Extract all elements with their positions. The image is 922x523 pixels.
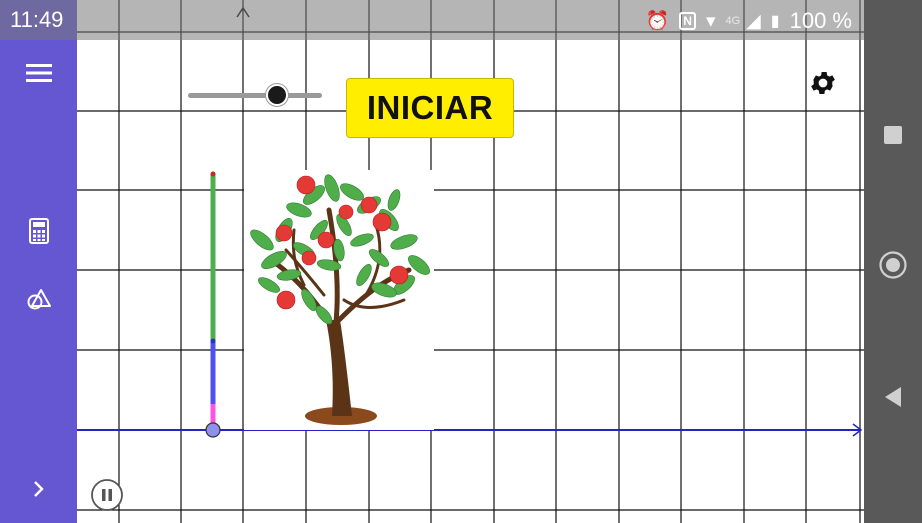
recents-icon bbox=[884, 126, 902, 144]
calculator-button[interactable] bbox=[18, 210, 60, 252]
back-icon bbox=[885, 387, 901, 407]
battery-level: 100 % bbox=[789, 8, 852, 33]
speed-slider[interactable] bbox=[188, 84, 322, 108]
geometry-icon bbox=[27, 289, 51, 310]
home-icon bbox=[879, 251, 907, 279]
alarm-icon: ⏰ bbox=[645, 11, 670, 32]
signal-icon: ◢ bbox=[746, 10, 761, 32]
network-type: 4G bbox=[725, 15, 741, 27]
recents-button[interactable] bbox=[876, 118, 910, 152]
pause-button[interactable] bbox=[90, 478, 124, 512]
settings-button[interactable] bbox=[806, 66, 840, 100]
status-icons: ⏰ N ▾ 4G ◢ ▮ 100 % bbox=[646, 8, 852, 34]
calculator-icon bbox=[29, 218, 49, 244]
start-button[interactable]: INICIAR bbox=[346, 78, 514, 138]
measure-bar-base-point bbox=[205, 422, 221, 438]
wifi-icon: ▾ bbox=[705, 10, 716, 32]
expand-panel-button[interactable] bbox=[18, 468, 60, 510]
pause-icon bbox=[102, 489, 106, 501]
geometry-tools-button[interactable] bbox=[18, 278, 60, 320]
home-button[interactable] bbox=[876, 248, 910, 282]
menu-button[interactable] bbox=[18, 52, 60, 94]
slider-track[interactable] bbox=[188, 93, 322, 98]
nfc-icon: N bbox=[679, 12, 696, 30]
status-time: 11:49 bbox=[10, 7, 64, 32]
navigation-bar bbox=[864, 0, 922, 523]
measure-bar-mid-point bbox=[210, 338, 216, 344]
apple-tree-image bbox=[244, 170, 434, 430]
chevron-right-icon bbox=[34, 481, 44, 497]
left-toolbar bbox=[0, 0, 77, 523]
measure-bar-top-point bbox=[210, 171, 216, 177]
menu-icon bbox=[26, 64, 52, 82]
gear-icon bbox=[811, 72, 835, 94]
battery-icon: ▮ bbox=[770, 13, 780, 30]
status-bar: 11:49 ⏰ N ▾ 4G ◢ ▮ 100 % bbox=[0, 0, 864, 40]
slider-thumb[interactable] bbox=[266, 84, 289, 106]
back-button[interactable] bbox=[876, 380, 910, 414]
